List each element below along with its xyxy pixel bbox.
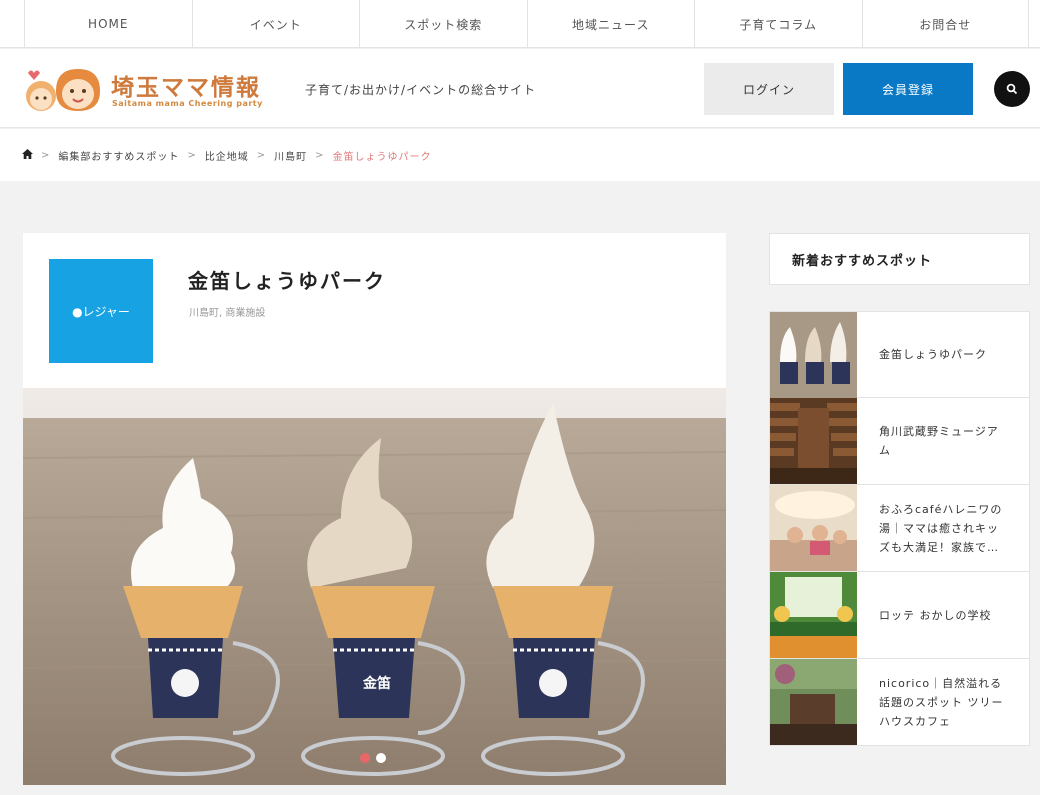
home-icon <box>22 148 33 159</box>
svg-text:金笛: 金笛 <box>362 675 391 692</box>
list-item[interactable]: 角川武蔵野ミュージアム <box>769 398 1030 485</box>
spot-header-card: ●レジャー 金笛しょうゆパーク 川島町, 商業施設 <box>23 233 726 388</box>
list-item[interactable]: ロッテ おかしの学校 <box>769 572 1030 659</box>
logo-mascot-icon <box>26 69 100 111</box>
slider-dots <box>360 753 386 763</box>
nav-item-spot-search[interactable]: スポット検索 <box>359 0 527 48</box>
breadcrumb-separator-icon: > <box>256 149 267 161</box>
search-icon <box>1006 83 1018 95</box>
spot-title: 金笛しょうゆパーク <box>188 269 386 293</box>
spot-thumbnail <box>770 398 857 484</box>
search-button[interactable] <box>994 71 1030 107</box>
spot-thumbnail <box>770 312 857 398</box>
nav-item-events[interactable]: イベント <box>191 0 360 48</box>
login-button[interactable]: ログイン <box>704 63 834 115</box>
top-nav: HOME イベント スポット検索 地域ニュース 子育てコラム お問合せ <box>0 0 1040 48</box>
spot-title-link[interactable]: 金笛しょうゆパーク <box>857 312 1029 397</box>
spot-title-link[interactable]: ロッテ おかしの学校 <box>857 572 1029 658</box>
spot-title-link[interactable]: nicorico｜自然溢れる話題のスポット ツリーハウスカフェ <box>857 659 1029 745</box>
spot-title-link[interactable]: おふろcaféハレニワの湯｜ママは癒されキッズも大満足！家族で… <box>857 485 1029 571</box>
spot-hero-image[interactable]: 金笛 <box>23 388 726 785</box>
sidebar-heading: 新着おすすめスポット <box>769 233 1030 285</box>
spot-thumbnail <box>770 659 857 745</box>
ice-cream-photo: 金笛 <box>23 388 726 785</box>
list-item[interactable]: nicorico｜自然溢れる話題のスポット ツリーハウスカフェ <box>769 659 1030 746</box>
slider-dot[interactable] <box>360 753 370 763</box>
breadcrumb: > 編集部おすすめスポット > 比企地域 > 川島町 > 金笛しょうゆパーク <box>0 129 1040 181</box>
register-button[interactable]: 会員登録 <box>843 63 973 115</box>
breadcrumb-item[interactable]: 比企地域 <box>205 148 249 163</box>
breadcrumb-separator-icon: > <box>187 149 197 161</box>
breadcrumb-item[interactable]: 川島町 <box>274 148 307 163</box>
spot-tags: 川島町, 商業施設 <box>189 308 266 319</box>
breadcrumb-item[interactable]: 編集部おすすめスポット <box>58 148 179 163</box>
breadcrumb-home[interactable] <box>22 148 33 162</box>
recommended-spots-list: 金笛しょうゆパーク 角川武蔵野ミュージアム おふろcaféハレニワの湯｜ママは癒 <box>769 311 1030 746</box>
spot-thumbnail <box>770 485 857 571</box>
spot-title-link[interactable]: 角川武蔵野ミュージアム <box>857 398 1029 484</box>
nav-item-home[interactable]: HOME <box>24 0 192 48</box>
nav-item-contact[interactable]: お問合せ <box>861 0 1029 48</box>
nav-item-parenting-column[interactable]: 子育てコラム <box>694 0 862 48</box>
breadcrumb-current: 金笛しょうゆパーク <box>332 151 432 163</box>
category-badge[interactable]: ●レジャー <box>49 259 153 363</box>
list-item[interactable]: おふろcaféハレニワの湯｜ママは癒されキッズも大満足！家族で… <box>769 485 1030 572</box>
breadcrumb-separator-icon: > <box>41 149 51 161</box>
site-tagline: 子育て/お出かけ/イベントの総合サイト <box>305 83 537 97</box>
site-header: 埼玉ママ情報 Saitama mama Cheering party 子育て/お… <box>0 49 1040 128</box>
logo-title[interactable]: 埼玉ママ情報 <box>111 68 261 102</box>
list-item[interactable]: 金笛しょうゆパーク <box>769 311 1030 398</box>
slider-dot[interactable] <box>376 753 386 763</box>
spot-thumbnail <box>770 572 857 658</box>
breadcrumb-separator-icon: > <box>315 149 325 161</box>
logo-subtitle: Saitama mama Cheering party <box>112 99 263 108</box>
site-logo[interactable] <box>22 63 104 113</box>
nav-item-local-news[interactable]: 地域ニュース <box>526 0 695 48</box>
